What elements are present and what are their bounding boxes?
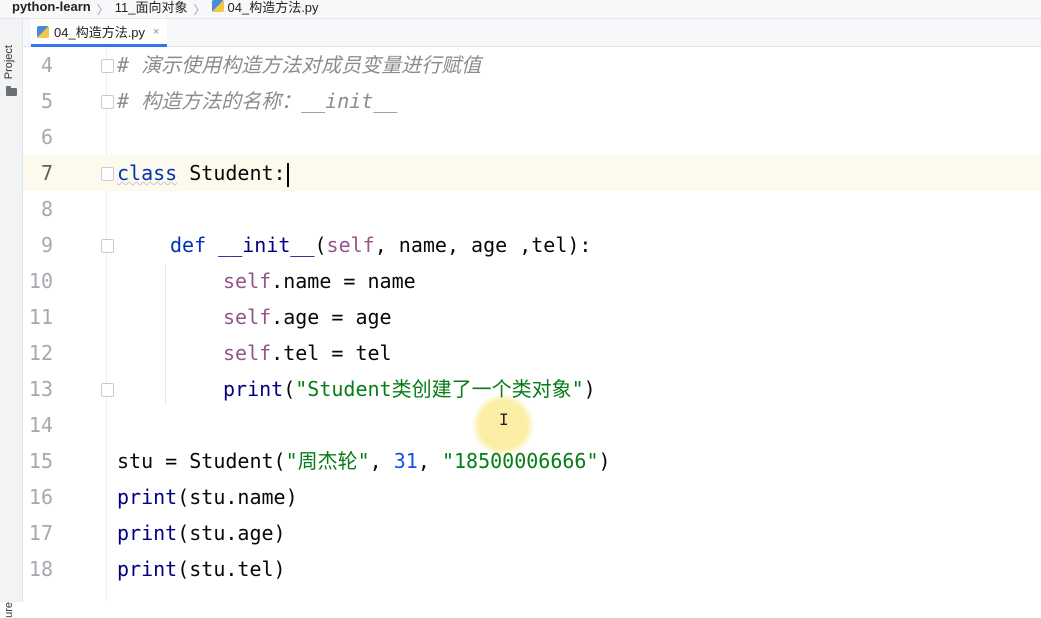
- string-literal: "18500006666": [441, 449, 599, 473]
- function-name: print: [117, 557, 178, 581]
- code-text: print(stu.tel): [117, 551, 286, 587]
- paren: ): [583, 377, 596, 401]
- fold-icon[interactable]: [101, 59, 114, 73]
- code-text: self.tel = tel: [223, 335, 392, 371]
- number-literal: 31: [393, 449, 418, 473]
- line-number: 17: [28, 521, 53, 545]
- comment: # 构造方法的名称：__init__: [117, 89, 398, 113]
- python-file-icon: [211, 0, 224, 12]
- code-text: def __init__(self, name, age ,tel):: [170, 227, 591, 263]
- code-text: self.age = age: [223, 299, 392, 335]
- line-number: 18: [28, 557, 53, 581]
- statement: .age = age: [271, 305, 392, 329]
- statement: (stu.tel): [177, 557, 286, 581]
- keyword: def: [170, 233, 207, 257]
- comma: ,: [369, 449, 394, 473]
- code-text: # 构造方法的名称：__init__: [117, 83, 397, 119]
- breadcrumb-file: 04_构造方法.py: [227, 0, 319, 15]
- code-line-current: 7 class Student:: [23, 155, 1041, 191]
- code-line: 5 # 构造方法的名称：__init__: [23, 83, 1041, 119]
- line-number: 9: [40, 233, 53, 257]
- breadcrumb: python-learn 〉 11_面向对象 〉 04_构造方法.py: [0, 0, 1041, 19]
- keyword: class: [117, 161, 178, 185]
- class-name: Student:: [177, 161, 286, 185]
- line-number: 12: [28, 341, 53, 365]
- breadcrumb-project[interactable]: python-learn: [12, 0, 91, 14]
- code-line: 11 self.age = age: [23, 299, 1041, 335]
- code-text: print(stu.age): [117, 515, 286, 551]
- comma: ,: [417, 449, 442, 473]
- code-line: 10 self.name = name: [23, 263, 1041, 299]
- tab-label: 04_构造方法.py: [54, 25, 146, 40]
- function-name: __init__: [206, 233, 315, 257]
- self-ref: self: [223, 305, 272, 329]
- string-literal: "Student类创建了一个类对象": [295, 377, 584, 401]
- self-ref: self: [223, 269, 272, 293]
- line-number: 6: [40, 125, 53, 149]
- structure-tool-button[interactable]: ure: [3, 602, 15, 618]
- code-line: 6: [23, 119, 1041, 155]
- breadcrumb-file-item[interactable]: 04_构造方法.py: [211, 0, 319, 16]
- function-name: print: [117, 521, 178, 545]
- statement: .tel = tel: [271, 341, 392, 365]
- function-name: print: [223, 377, 284, 401]
- code-line: 13 print("Student类创建了一个类对象"): [23, 371, 1041, 407]
- statement: (stu.age): [177, 521, 286, 545]
- code-text: class Student:: [117, 155, 289, 191]
- close-icon[interactable]: ×: [153, 26, 159, 38]
- project-tool-button[interactable]: Project: [3, 45, 15, 79]
- line-number: 14: [28, 413, 53, 437]
- tool-window-strip: Project ure: [0, 19, 23, 618]
- line-number: 16: [28, 485, 53, 509]
- line-number: 5: [40, 89, 53, 113]
- statement: (stu.name): [177, 485, 298, 509]
- line-number: 8: [40, 197, 53, 221]
- code-text: # 演示使用构造方法对成员变量进行赋值: [117, 47, 481, 83]
- function-name: print: [117, 485, 178, 509]
- fold-icon[interactable]: [101, 383, 114, 397]
- line-number: 4: [40, 53, 53, 77]
- fold-icon[interactable]: [101, 95, 114, 109]
- code-line: 16 print(stu.name): [23, 479, 1041, 515]
- self-param: self: [326, 233, 375, 257]
- code-line: 4 # 演示使用构造方法对成员变量进行赋值: [23, 47, 1041, 83]
- code-line: 9 def __init__(self, name, age ,tel):: [23, 227, 1041, 263]
- line-number: 13: [28, 377, 53, 401]
- paren: (: [314, 233, 327, 257]
- comment: # 演示使用构造方法对成员变量进行赋值: [117, 53, 482, 77]
- code-line: 14: [23, 407, 1041, 443]
- text-caret: [286, 162, 289, 187]
- editor-tab-bar: 04_构造方法.py ×: [23, 19, 1041, 47]
- fold-icon[interactable]: [101, 167, 114, 181]
- breadcrumb-folder[interactable]: 11_面向对象: [115, 0, 188, 16]
- python-file-icon: [37, 25, 49, 38]
- line-number: 15: [28, 449, 53, 473]
- line-number: 7: [40, 161, 53, 185]
- code-line: 8: [23, 191, 1041, 227]
- code-editor[interactable]: 4 # 演示使用构造方法对成员变量进行赋值 5 # 构造方法的名称：__init…: [23, 47, 1041, 602]
- chevron-right-icon: 〉: [193, 2, 206, 17]
- params: , name, age ,tel):: [374, 233, 592, 257]
- code-line: 15 stu = Student("周杰轮", 31, "18500006666…: [23, 443, 1041, 479]
- line-number: 10: [28, 269, 53, 293]
- folder-icon[interactable]: [6, 86, 17, 96]
- string-literal: "周杰轮": [285, 449, 370, 473]
- statement: stu = Student(: [117, 449, 286, 473]
- chevron-right-icon: 〉: [96, 2, 109, 17]
- code-text: print(stu.name): [117, 479, 298, 515]
- tab-04-constructor[interactable]: 04_构造方法.py ×: [31, 19, 168, 47]
- code-line: 17 print(stu.age): [23, 515, 1041, 551]
- code-text: stu = Student("周杰轮", 31, "18500006666"): [117, 443, 611, 479]
- statement: .name = name: [271, 269, 416, 293]
- code-line: 12 self.tel = tel: [23, 335, 1041, 371]
- paren: ): [598, 449, 611, 473]
- paren: (: [283, 377, 296, 401]
- code-line: 18 print(stu.tel): [23, 551, 1041, 587]
- self-ref: self: [223, 341, 272, 365]
- code-text: self.name = name: [223, 263, 416, 299]
- line-number: 11: [28, 305, 53, 329]
- fold-icon[interactable]: [101, 239, 114, 253]
- code-text: print("Student类创建了一个类对象"): [223, 371, 596, 407]
